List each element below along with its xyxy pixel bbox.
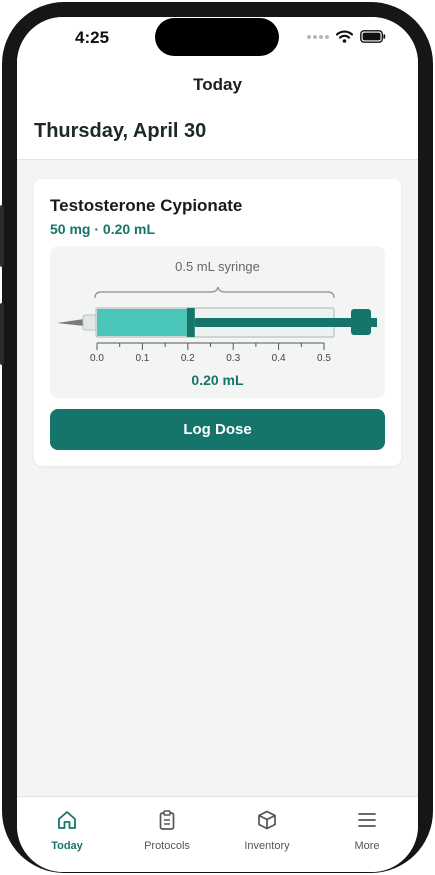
date-heading: Thursday, April 30 [34, 120, 207, 142]
side-button [0, 303, 4, 365]
syringe-scale: 0.0 0.1 0.2 0.3 0.4 0.5 [90, 342, 331, 364]
tab-inventory[interactable]: Inventory [217, 797, 317, 857]
plunger-thumb-press [351, 309, 371, 335]
status-bar: 4:25 [17, 17, 418, 63]
wifi-icon [336, 30, 353, 43]
side-button [0, 205, 4, 267]
capacity-brace [94, 286, 335, 299]
scale-tick-label: 0.0 [90, 353, 104, 364]
signal-dots-icon [307, 34, 329, 39]
scale-tick-label: 0.3 [226, 353, 240, 364]
tab-label: More [354, 840, 380, 852]
box-icon [258, 810, 276, 830]
tab-label: Protocols [144, 840, 190, 852]
scale-tick-label: 0.5 [317, 353, 331, 364]
navigation-bar: Today [17, 63, 418, 103]
scale-tick-label: 0.2 [181, 353, 195, 364]
nav-title: Today [193, 75, 242, 94]
volume-readout: 0.20 mL [191, 372, 244, 388]
syringe-needle [57, 319, 84, 326]
tab-label: Inventory [244, 840, 290, 852]
syringe-panel: 0.5 mL syringe 0.0 0.1 0.2 0.3 0.4 0.5 0… [50, 246, 385, 398]
tab-bar: Today Protocols Inventory More [17, 796, 418, 872]
plunger-rod [194, 318, 353, 327]
battery-icon [360, 30, 386, 43]
date-header: Thursday, April 30 [17, 103, 418, 160]
log-dose-button[interactable]: Log Dose [50, 409, 385, 450]
home-icon [58, 811, 76, 829]
menu-icon [358, 813, 376, 827]
tab-protocols[interactable]: Protocols [117, 797, 217, 857]
screen: 4:25 Today Thursday, April 30 Testostero… [17, 17, 418, 872]
syringe-fill-level [97, 309, 187, 336]
status-time: 4:25 [75, 28, 110, 47]
plunger-end [369, 318, 377, 327]
tab-label: Today [51, 840, 83, 852]
scale-tick-label: 0.1 [135, 353, 149, 364]
dynamic-island [155, 18, 279, 56]
tab-today[interactable]: Today [17, 797, 117, 857]
scale-tick-label: 0.4 [272, 353, 286, 364]
dose-summary: 50 mg · 0.20 mL [50, 221, 156, 237]
status-icons [307, 30, 386, 43]
syringe-hub [82, 314, 98, 331]
tab-more[interactable]: More [317, 797, 417, 857]
medication-name: Testosterone Cypionate [50, 196, 243, 215]
dose-card: Testosterone Cypionate 50 mg · 0.20 mL 0… [34, 179, 401, 466]
clipboard-icon [159, 810, 175, 830]
plunger-stopper [186, 308, 195, 337]
